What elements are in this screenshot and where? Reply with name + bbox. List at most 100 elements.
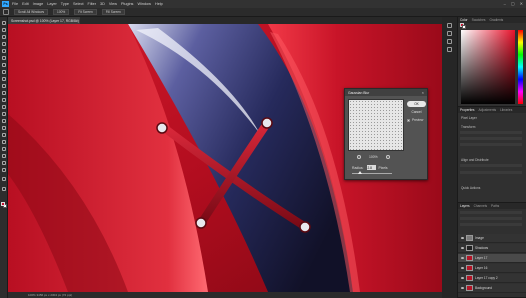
pen-tool-icon[interactable] [2,126,6,130]
tab-gradients[interactable]: Gradients [489,18,503,22]
foreground-color-swatch[interactable] [1,202,5,206]
blur-tool-icon[interactable] [2,112,6,116]
type-tool-icon[interactable] [2,133,6,137]
app-logo[interactable]: Ps [2,1,9,7]
lock-fill-row[interactable] [460,223,522,226]
hue-slider[interactable] [518,30,523,104]
tab-color[interactable]: Color [460,18,468,22]
radius-input[interactable]: 2.8 [366,165,376,170]
close-icon[interactable]: ✕ [520,1,523,6]
layer-row-layer-16[interactable]: Layer 16 [458,264,526,273]
blend-mode-opacity-row[interactable] [460,217,522,220]
tab-channels[interactable]: Channels [474,204,487,208]
history-panel-icon[interactable] [447,23,452,28]
menu-edit[interactable]: Edit [22,2,29,6]
menu-type[interactable]: Type [61,2,69,6]
transform-section-label[interactable]: Transform [461,125,475,129]
frame-tool-icon[interactable] [2,56,6,60]
zoom-in-icon[interactable] [385,155,390,159]
distribute-buttons-row[interactable] [460,171,522,174]
menu-filter[interactable]: Filter [88,2,96,6]
transform-fields-row-3[interactable] [460,143,522,146]
path-selection-tool-icon[interactable] [2,140,6,144]
menu-file[interactable]: File [12,2,18,6]
menu-select[interactable]: Select [73,2,84,6]
layer-row-background[interactable]: Background [458,284,526,293]
menu-layer[interactable]: Layer [47,2,57,6]
paragraph-panel-icon[interactable] [447,47,452,52]
color-picker-field[interactable] [461,30,515,104]
menu-image[interactable]: Image [33,2,44,6]
gradient-tool-icon[interactable] [2,105,6,109]
visibility-eye-icon[interactable] [461,247,464,249]
visibility-eye-icon[interactable] [461,237,464,239]
move-tool-icon[interactable] [2,21,6,25]
maximize-icon[interactable]: ▢ [511,1,515,6]
preview-checkbox-row[interactable]: Preview [407,118,423,122]
cancel-button[interactable]: Cancel [407,109,426,115]
visibility-eye-icon[interactable] [461,287,464,289]
layer-thumbnail [466,235,473,241]
transform-fields-row[interactable] [460,131,522,134]
dodge-tool-icon[interactable] [2,119,6,123]
eraser-tool-icon[interactable] [2,98,6,102]
scroll-all-windows-button[interactable]: Scroll All Windows [14,9,49,15]
dialog-title[interactable]: Gaussian Blur [345,89,427,96]
fit-screen-button[interactable]: Fit Screen [74,9,97,15]
visibility-eye-icon[interactable] [461,267,464,269]
crop-tool-icon[interactable] [2,49,6,53]
radius-slider[interactable] [352,171,392,174]
brush-settings-icon[interactable] [447,31,452,36]
quick-actions-label[interactable]: Quick Actions [461,186,480,190]
menu-window[interactable]: Window [137,2,151,6]
align-buttons-row[interactable] [460,164,522,167]
quick-select-tool-icon[interactable] [2,42,6,46]
menu-view[interactable]: View [109,2,117,6]
character-panel-icon[interactable] [447,39,452,44]
tab-paths[interactable]: Paths [491,204,499,208]
quick-mask-icon[interactable] [2,177,6,181]
zoom-tool-icon[interactable] [2,161,6,165]
eyedropper-tool-icon[interactable] [2,63,6,67]
zoom-100-button[interactable]: 100% [53,9,70,15]
hand-tool-icon[interactable] [2,154,6,158]
layer-row-shadows[interactable]: Shadows [458,244,526,253]
zoom-out-icon[interactable] [357,155,361,159]
radius-row: Radius: 2.8 Pixels [352,165,388,170]
document-tab[interactable]: Screenshot.psd @ 100% (Layer 17, RGB/8#)… [8,17,80,24]
layer-filter-row[interactable] [460,211,522,214]
tab-adjustments[interactable]: Adjustments [479,108,497,112]
visibility-eye-icon[interactable] [461,257,464,259]
radius-slider-thumb[interactable] [358,171,362,174]
ok-button[interactable]: OK [407,101,426,107]
tab-layers[interactable]: Layers [460,204,470,208]
lasso-tool-icon[interactable] [2,35,6,39]
tab-libraries[interactable]: Libraries [500,108,512,112]
minimize-icon[interactable]: – [504,1,506,6]
screen-mode-icon[interactable] [2,187,6,191]
rectangle-tool-icon[interactable] [2,147,6,151]
transform-fields-row-2[interactable] [460,137,522,140]
history-brush-tool-icon[interactable] [2,91,6,95]
hand-tool-icon[interactable] [3,9,9,15]
marquee-tool-icon[interactable] [2,28,6,32]
panel-background-swatch[interactable] [461,25,466,29]
preview-checkbox[interactable] [407,118,410,122]
clone-stamp-tool-icon[interactable] [2,84,6,88]
blur-preview[interactable] [348,99,404,151]
tab-properties[interactable]: Properties [460,108,475,112]
visibility-eye-icon[interactable] [461,277,464,279]
layer-row-layer-17-copy-2[interactable]: Layer 17 copy 2 [458,274,526,283]
close-icon[interactable]: × [422,90,424,95]
menu-3d[interactable]: 3D [100,2,105,6]
align-section-label[interactable]: Align and Distribute [461,158,489,162]
menu-help[interactable]: Help [155,2,163,6]
layer-row-layer-17[interactable]: Layer 17 [458,254,526,263]
edit-toolbar-icon[interactable] [2,168,6,172]
healing-brush-tool-icon[interactable] [2,70,6,74]
brush-tool-icon[interactable] [2,77,6,81]
tab-swatches[interactable]: Swatches [472,18,486,22]
layer-row-image[interactable]: Image [458,234,526,243]
menu-plugins[interactable]: Plugins [121,2,133,6]
fill-screen-button[interactable]: Fill Screen [101,9,125,15]
